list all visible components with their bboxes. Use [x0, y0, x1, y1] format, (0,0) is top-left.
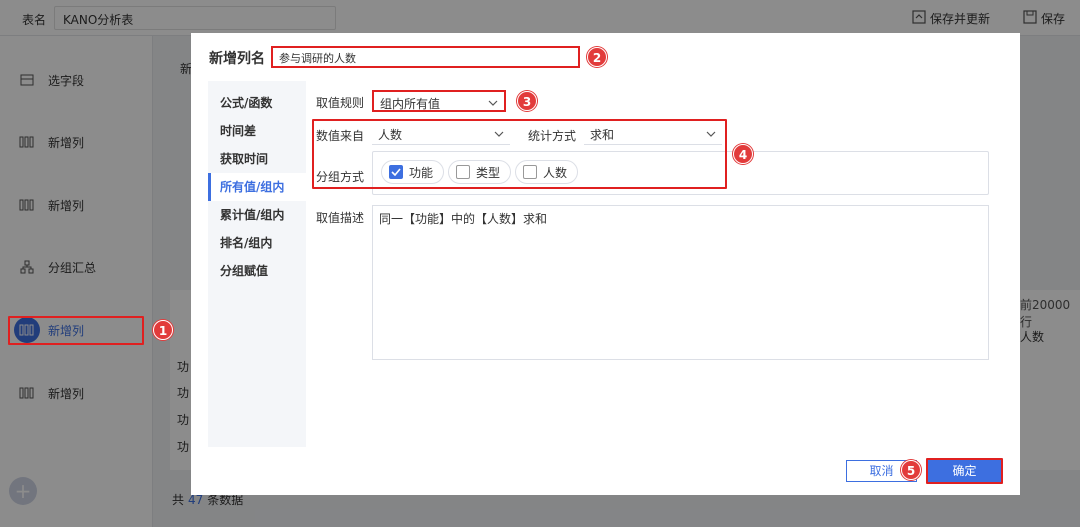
- nav-item-time-diff[interactable]: 时间差: [208, 117, 306, 145]
- rule-label: 取值规则: [316, 94, 364, 111]
- stat-select-value: 求和: [590, 128, 614, 142]
- chevron-down-icon: [488, 96, 498, 110]
- stat-label: 统计方式: [528, 127, 576, 144]
- callout-number-2: 2: [587, 47, 607, 67]
- chevron-down-icon: [706, 127, 716, 141]
- rule-select-value: 组内所有值: [380, 97, 440, 111]
- source-label: 数值来自: [316, 127, 364, 144]
- stat-select[interactable]: 求和: [584, 123, 722, 145]
- callout-box-1: [8, 316, 144, 345]
- desc-textarea[interactable]: 同一【功能】中的【人数】求和: [372, 205, 989, 360]
- callout-number-5: 5: [901, 460, 921, 480]
- add-column-dialog: 新增列名 参与调研的人数 2 公式/函数 时间差 获取时间 所有值/组内 累计值…: [191, 33, 1020, 495]
- nav-item-formula[interactable]: 公式/函数: [208, 89, 306, 117]
- group-label: 分组方式: [316, 168, 364, 185]
- nav-item-get-time[interactable]: 获取时间: [208, 145, 306, 173]
- nav-item-cumulative-group[interactable]: 累计值/组内: [208, 201, 306, 229]
- callout-number-3: 3: [517, 91, 537, 111]
- source-select[interactable]: 人数: [372, 123, 510, 145]
- dialog-content: 取值规则 组内所有值 3 功能 类型 人数: [306, 81, 1001, 447]
- callout-number-1: 1: [153, 320, 173, 340]
- nav-item-all-values-group[interactable]: 所有值/组内: [208, 173, 306, 201]
- rule-select[interactable]: 组内所有值: [372, 90, 506, 112]
- callout-box-5: [926, 458, 1003, 484]
- dialog-body: 公式/函数 时间差 获取时间 所有值/组内 累计值/组内 排名/组内 分组赋值 …: [208, 81, 1001, 447]
- desc-label: 取值描述: [316, 209, 364, 226]
- callout-number-4: 4: [733, 144, 753, 164]
- function-nav: 公式/函数 时间差 获取时间 所有值/组内 累计值/组内 排名/组内 分组赋值: [208, 81, 306, 447]
- chevron-down-icon: [494, 127, 504, 141]
- nav-item-rank-group[interactable]: 排名/组内: [208, 229, 306, 257]
- nav-item-group-assign[interactable]: 分组赋值: [208, 257, 306, 285]
- source-select-value: 人数: [378, 128, 402, 142]
- column-name-input[interactable]: 参与调研的人数: [271, 46, 580, 68]
- dialog-title: 新增列名: [209, 48, 265, 68]
